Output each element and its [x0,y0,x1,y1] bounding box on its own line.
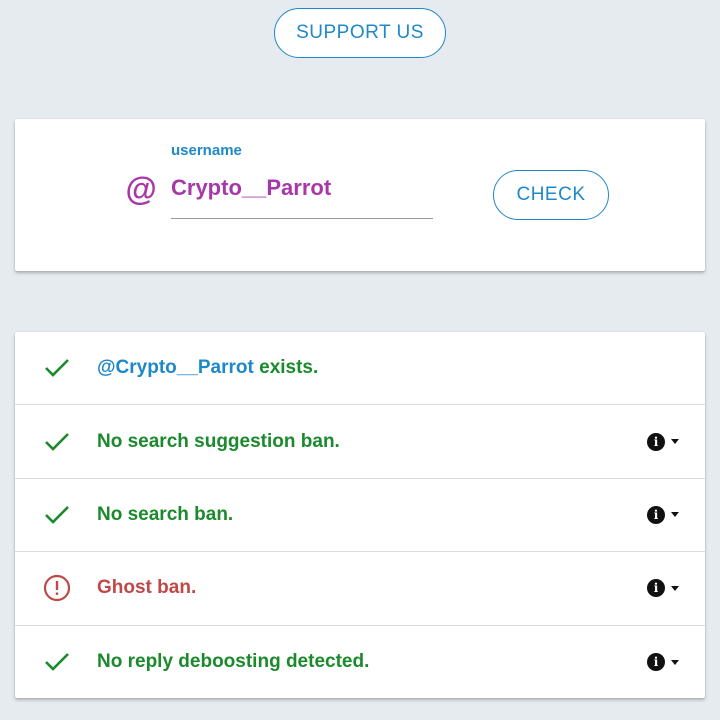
alert-circle-icon [42,573,72,603]
result-text: No search ban. [97,503,234,525]
info-icon: i [647,505,665,524]
results-list: @Crypto__Parrot exists. No search sugges… [15,332,705,698]
info-toggle[interactable]: i [647,505,679,524]
check-icon [42,427,72,457]
check-icon [42,500,72,530]
result-row-search-ban: No search ban. i [15,479,705,553]
username-label: username [171,142,242,159]
result-row-exists: @Crypto__Parrot exists. [15,332,705,406]
check-button[interactable]: CHECK [493,170,609,220]
result-text: Ghost ban. [97,577,197,599]
info-icon: i [647,653,665,672]
result-text: @Crypto__Parrot exists. [97,357,319,379]
info-toggle[interactable]: i [647,653,679,672]
info-icon: i [647,432,665,451]
result-row-reply-deboosting: No reply deboosting detected. i [15,626,705,699]
check-icon [42,353,72,383]
info-icon: i [647,579,665,598]
search-card: @ username CHECK [15,119,705,271]
username-input[interactable] [171,171,433,219]
info-toggle[interactable]: i [647,579,679,598]
result-text: No search suggestion ban. [97,430,340,452]
check-icon [42,647,72,677]
result-row-search-suggestion: No search suggestion ban. i [15,405,705,479]
caret-down-icon [671,585,679,591]
result-text: No reply deboosting detected. [97,651,370,673]
caret-down-icon [671,512,679,518]
result-row-ghost-ban: Ghost ban. i [15,552,705,626]
support-us-button[interactable]: SUPPORT US [274,8,446,58]
caret-down-icon [671,659,679,665]
at-icon: @ [125,171,157,207]
user-handle[interactable]: @Crypto__Parrot [97,357,254,378]
caret-down-icon [671,439,679,445]
info-toggle[interactable]: i [647,432,679,451]
